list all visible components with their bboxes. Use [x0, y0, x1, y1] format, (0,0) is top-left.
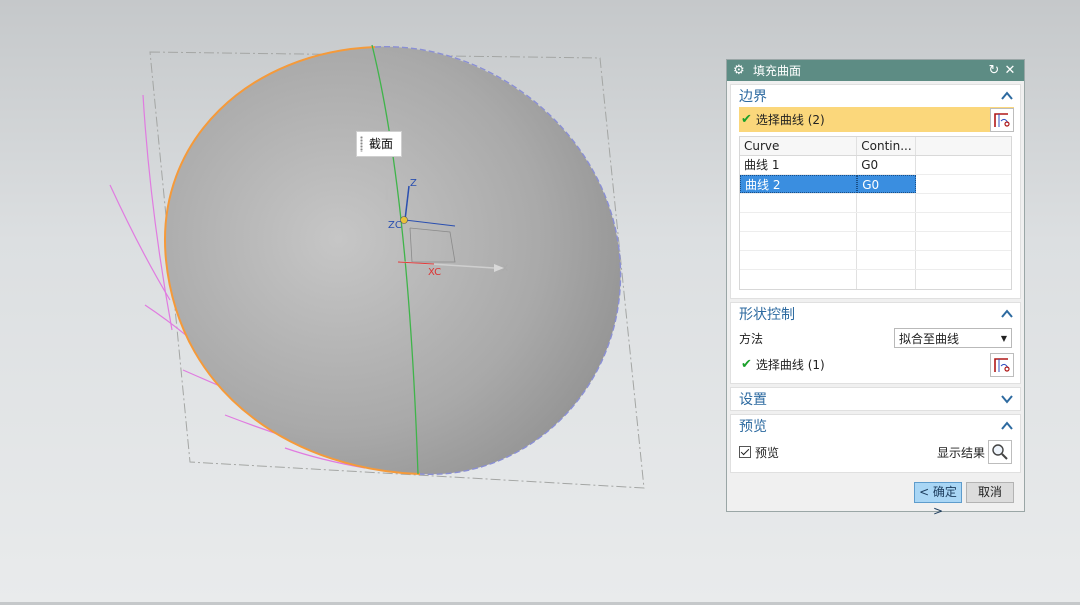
column-header-empty	[916, 137, 1011, 155]
method-value: 拟合至曲线	[899, 331, 960, 346]
grip-icon	[360, 136, 363, 152]
table-row[interactable]: 曲线 1 G0	[740, 156, 1011, 175]
method-label: 方法	[739, 331, 764, 346]
column-header-curve[interactable]: Curve	[740, 137, 858, 155]
shape-control-group: 形状控制 方法 拟合至曲线 ▼ ✔ 选择曲线 (1)	[730, 302, 1021, 384]
boundary-select-label: 选择曲线 (2)	[755, 113, 825, 127]
axis-label-z: Z	[410, 178, 417, 189]
check-icon: ✔	[741, 112, 752, 127]
preview-group-header[interactable]: 预览	[731, 415, 1020, 437]
settings-group-header[interactable]: 设置	[731, 388, 1020, 410]
dialog-footer: < 确定 > 取消	[727, 482, 1024, 518]
settings-heading: 设置	[739, 392, 767, 408]
show-result-label: 显示结果	[936, 445, 985, 460]
boundary-group-header[interactable]: 边界	[731, 85, 1020, 107]
preview-group: 预览 预览 显示结果	[730, 414, 1021, 473]
shape-control-group-header[interactable]: 形状控制	[731, 303, 1020, 325]
boundary-group: 边界 ✔ 选择曲线 (2) Curve Contin... 曲线 1 G0 曲线…	[730, 84, 1021, 299]
graphics-viewport[interactable]: Z ZC XC X 截面	[0, 0, 720, 602]
table-row-selected[interactable]: 曲线 2 G0	[740, 175, 1011, 194]
chevron-up-icon[interactable]	[1000, 89, 1014, 103]
shape-select-curve-row[interactable]: ✔ 选择曲线 (1)	[739, 352, 1014, 377]
curve-select-icon	[994, 357, 1010, 372]
curve-select-icon	[994, 112, 1010, 127]
preview-checkbox[interactable]	[739, 446, 751, 458]
table-header: Curve Contin...	[740, 137, 1011, 156]
table-row-empty	[740, 251, 1011, 270]
curve-select-button[interactable]	[990, 352, 1014, 377]
surface-model: Z ZC XC X	[109, 44, 645, 489]
show-result-button[interactable]	[988, 440, 1012, 464]
close-icon[interactable]: ✕	[1002, 63, 1018, 78]
section-label-tag[interactable]: 截面	[356, 131, 403, 157]
column-header-continuity[interactable]: Contin...	[857, 137, 917, 155]
boundary-select-curve-row[interactable]: ✔ 选择曲线 (2)	[739, 107, 1014, 132]
gear-icon: ⚙	[733, 63, 745, 78]
dialog-titlebar[interactable]: ⚙ 填充曲面 ↻ ✕	[727, 60, 1024, 81]
fill-surface-dialog: ⚙ 填充曲面 ↻ ✕ 边界 ✔ 选择曲线 (2) Curve Contin...…	[726, 59, 1025, 518]
axis-label-zc: ZC	[388, 220, 402, 231]
empty-cell	[916, 175, 1011, 193]
dialog-title: 填充曲面	[753, 64, 802, 78]
chevron-down-icon[interactable]	[1000, 392, 1014, 406]
table-row-empty	[740, 270, 1011, 289]
empty-cell	[916, 156, 1011, 174]
boundary-heading: 边界	[739, 89, 767, 105]
chevron-up-icon[interactable]	[1000, 307, 1014, 321]
shape-select-label: 选择曲线 (1)	[755, 358, 825, 372]
curve-name-cell: 曲线 1	[740, 156, 858, 174]
method-dropdown[interactable]: 拟合至曲线 ▼	[894, 328, 1012, 348]
dropdown-arrow-icon: ▼	[1000, 333, 1008, 343]
continuity-cell[interactable]: G0	[857, 156, 917, 174]
curve-list-table: Curve Contin... 曲线 1 G0 曲线 2 G0	[739, 136, 1012, 290]
cancel-button[interactable]: 取消	[966, 482, 1014, 503]
section-label-text: 截面	[369, 137, 394, 151]
chevron-up-icon[interactable]	[1000, 419, 1014, 433]
table-row-empty	[740, 213, 1011, 232]
magnifier-icon	[992, 444, 1008, 460]
table-row-empty	[740, 194, 1011, 213]
axis-label-xc: XC	[428, 267, 441, 278]
fill-surface[interactable]	[164, 46, 621, 475]
shape-control-heading: 形状控制	[739, 307, 795, 323]
check-icon: ✔	[741, 357, 752, 372]
ok-button[interactable]: < 确定 >	[914, 482, 962, 518]
method-row: 方法 拟合至曲线 ▼	[739, 325, 1012, 351]
continuity-cell[interactable]: G0	[857, 175, 917, 193]
settings-group: 设置	[730, 387, 1021, 411]
curve-name-cell: 曲线 2	[740, 175, 858, 193]
preview-checkbox-label: 预览	[755, 445, 780, 460]
preview-heading: 预览	[739, 419, 767, 435]
axis-label-x: X	[502, 264, 508, 274]
reset-icon[interactable]: ↻	[986, 63, 1002, 78]
table-row-empty	[740, 232, 1011, 251]
preview-row: 预览 显示结果	[739, 439, 1012, 465]
curve-select-button[interactable]	[990, 107, 1014, 132]
